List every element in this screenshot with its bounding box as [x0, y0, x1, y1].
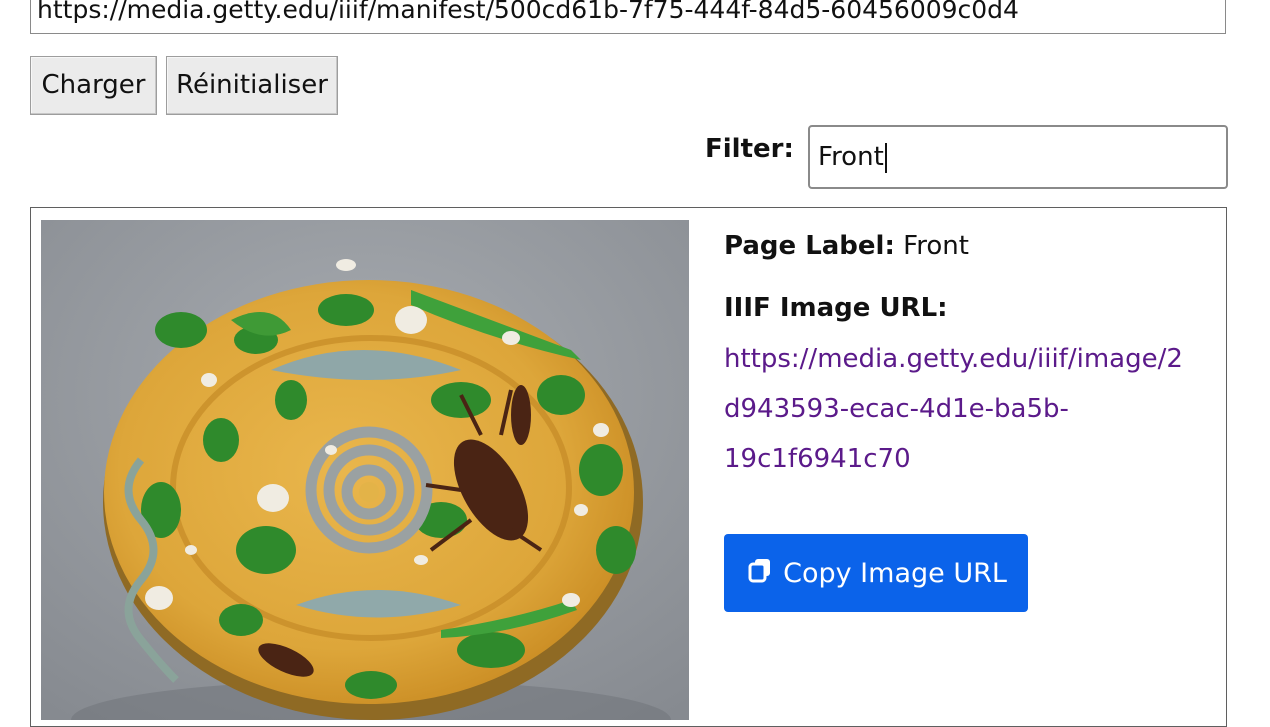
page-label-row: Page Label: Front — [724, 226, 1204, 266]
page-label-value: Front — [903, 231, 969, 261]
filter-input-value: Front — [818, 142, 884, 172]
copy-icon — [745, 555, 775, 592]
page-label-title: Page Label: — [724, 231, 895, 261]
page-info: Page Label: Front IIIF Image URL: https:… — [724, 226, 1204, 612]
iiif-image-url-heading: IIIF Image URL: — [724, 293, 948, 323]
ceramic-platter-image — [41, 220, 689, 720]
manifest-url-input[interactable]: https://media.getty.edu/iiif/manifest/50… — [30, 0, 1226, 34]
copy-button-label: Copy Image URL — [783, 557, 1007, 589]
page-thumbnail[interactable] — [41, 220, 689, 720]
iiif-image-url-link[interactable]: https://media.getty.edu/iiif/image/2d943… — [724, 334, 1194, 484]
filter-input[interactable]: Front — [808, 125, 1228, 189]
filter-label: Filter: — [705, 134, 794, 164]
load-button[interactable]: Charger — [30, 56, 157, 115]
result-card: Page Label: Front IIIF Image URL: https:… — [30, 207, 1227, 727]
copy-image-url-button[interactable]: Copy Image URL — [724, 534, 1028, 612]
reset-button[interactable]: Réinitialiser — [166, 56, 338, 115]
text-caret — [884, 142, 887, 173]
